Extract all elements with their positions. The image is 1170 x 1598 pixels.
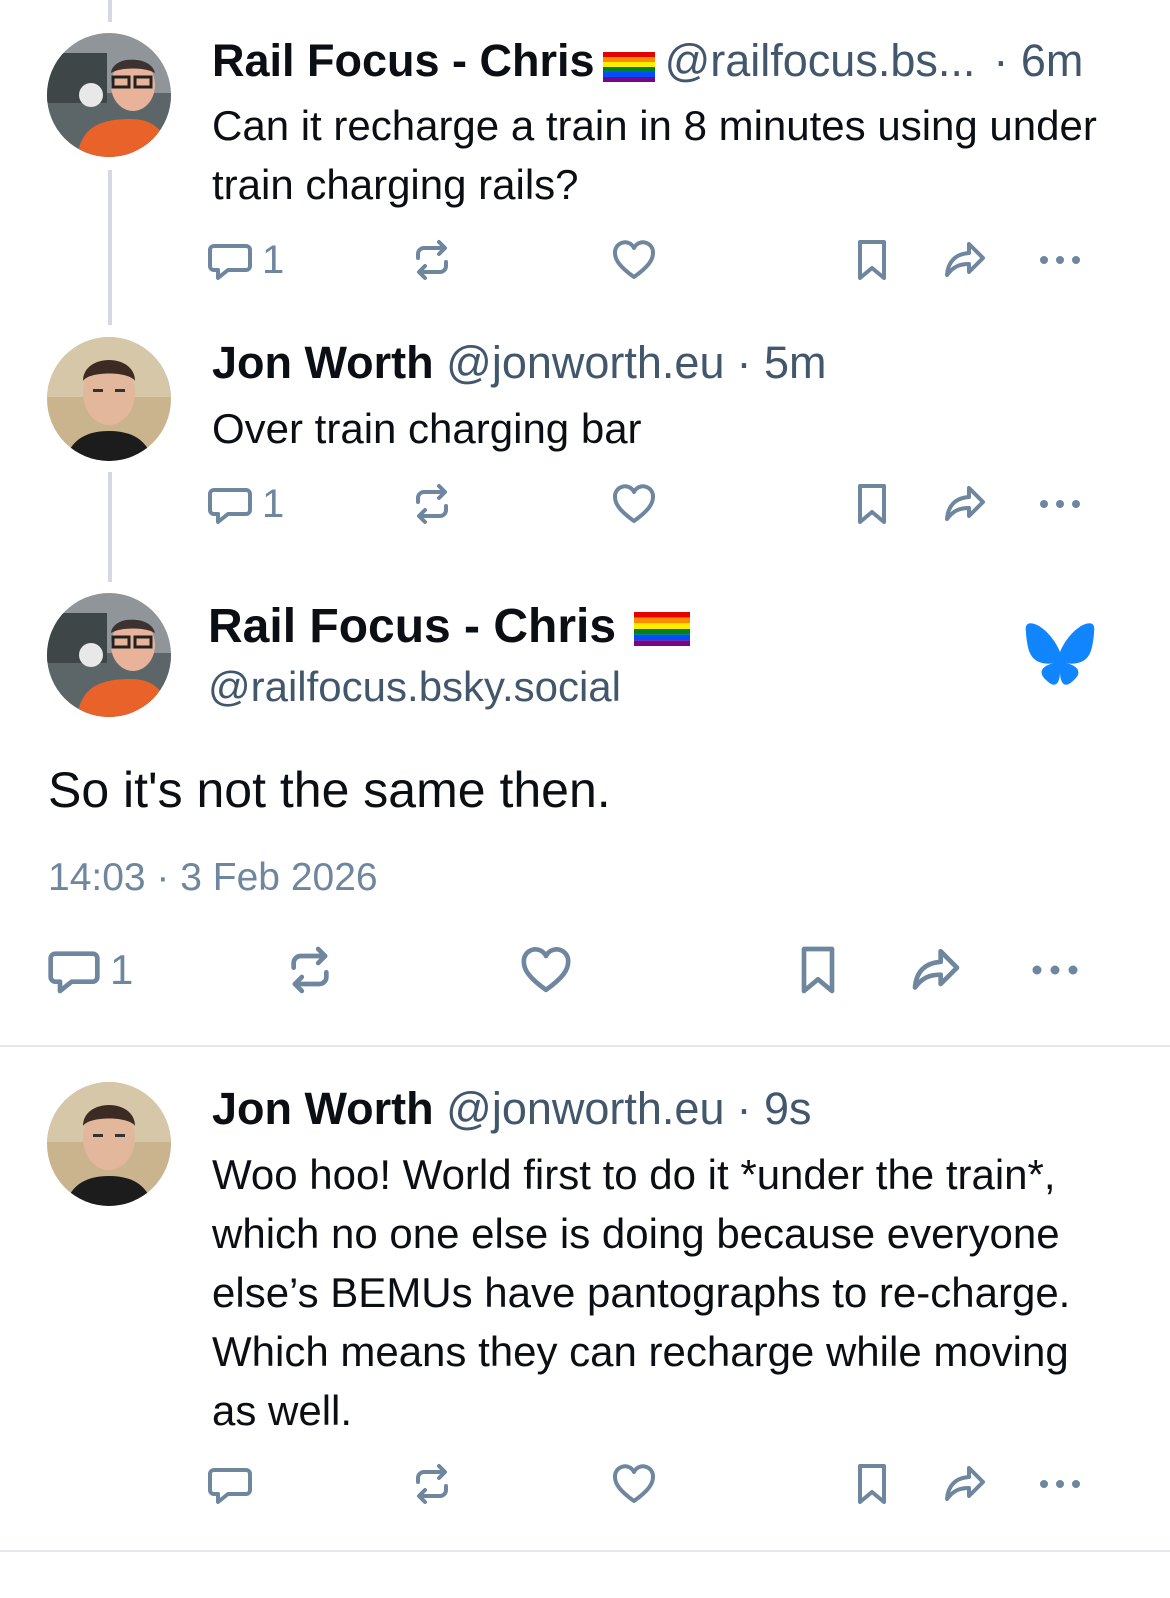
like-icon	[518, 942, 574, 998]
bookmark-button[interactable]	[848, 480, 896, 528]
reply-count: 1	[262, 481, 285, 526]
bookmark-button[interactable]	[848, 1460, 896, 1508]
author-name[interactable]: Jon Worth	[212, 1083, 434, 1134]
like-icon	[610, 480, 658, 528]
post-text: Over train charging bar	[212, 405, 642, 452]
repost-button[interactable]	[408, 480, 456, 528]
author-handle[interactable]: @jonworth.eu	[446, 1083, 724, 1134]
author-handle[interactable]: @jonworth.eu	[446, 337, 724, 388]
author-handle[interactable]: @railfocus.bsky.social	[208, 666, 621, 708]
more-icon	[1036, 1460, 1084, 1508]
post-actions: 1	[0, 476, 1170, 536]
like-icon	[610, 236, 658, 284]
share-button[interactable]	[940, 236, 990, 284]
post-age: · 9s	[736, 1083, 812, 1134]
more-icon	[1036, 480, 1084, 528]
avatar[interactable]	[47, 1082, 171, 1206]
avatar[interactable]	[47, 33, 171, 157]
author-handle[interactable]: @railfocus.bs...	[665, 35, 976, 86]
post-actions	[0, 1456, 1170, 1516]
thread-line	[108, 0, 112, 22]
more-icon	[1028, 942, 1082, 998]
share-icon	[940, 1460, 990, 1508]
share-icon	[940, 236, 990, 284]
share-button[interactable]	[906, 942, 966, 998]
reply-count: 1	[110, 946, 134, 993]
reply-icon	[206, 480, 254, 528]
share-button[interactable]	[940, 480, 990, 528]
author-name[interactable]: Jon Worth	[212, 337, 434, 388]
share-icon	[906, 942, 966, 998]
reply-button[interactable]: 1	[206, 236, 284, 284]
post-text: So it's not the same then.	[48, 762, 611, 818]
share-icon	[940, 480, 990, 528]
post-actions: 1	[0, 232, 1170, 292]
avatar[interactable]	[47, 593, 171, 717]
post-text: Woo hoo! World first to do it *under the…	[212, 1151, 1071, 1434]
like-icon	[610, 1460, 658, 1508]
reply-button[interactable]	[206, 1460, 254, 1508]
like-button[interactable]	[610, 236, 658, 284]
bookmark-icon	[790, 942, 846, 998]
author-name[interactable]: Rail Focus - Chris	[212, 35, 595, 86]
author-name[interactable]: Rail Focus - Chris	[208, 600, 616, 653]
like-button[interactable]	[518, 942, 574, 998]
bookmark-icon	[848, 480, 896, 528]
share-button[interactable]	[940, 1460, 990, 1508]
reply-count: 1	[262, 237, 285, 282]
like-button[interactable]	[610, 1460, 658, 1508]
divider	[0, 1550, 1170, 1552]
more-button[interactable]	[1028, 942, 1082, 998]
reply-icon	[206, 1460, 254, 1508]
repost-icon	[408, 1460, 456, 1508]
like-button[interactable]	[610, 480, 658, 528]
post-text: Can it recharge a train in 8 minutes usi…	[212, 102, 1097, 208]
more-button[interactable]	[1036, 1460, 1084, 1508]
more-button[interactable]	[1036, 236, 1084, 284]
repost-button[interactable]	[282, 942, 338, 998]
bookmark-icon	[848, 236, 896, 284]
more-icon	[1036, 236, 1084, 284]
bookmark-button[interactable]	[790, 942, 846, 998]
rainbow-flag-icon	[634, 607, 690, 641]
reply-button[interactable]: 1	[206, 480, 284, 528]
post-timestamp[interactable]: 14:03 · 3 Feb 2026	[48, 858, 378, 897]
repost-button[interactable]	[408, 1460, 456, 1508]
post-actions: 1	[0, 938, 1170, 998]
reply-button[interactable]: 1	[46, 942, 133, 998]
more-button[interactable]	[1036, 480, 1084, 528]
avatar[interactable]	[47, 337, 171, 461]
post-age: · 6m	[993, 35, 1084, 86]
rainbow-flag-icon	[603, 44, 655, 74]
bookmark-button[interactable]	[848, 236, 896, 284]
divider	[0, 1045, 1170, 1047]
reply-icon	[46, 942, 102, 998]
post-age: · 5m	[736, 337, 827, 388]
reply-icon	[206, 236, 254, 284]
repost-icon	[408, 236, 456, 284]
bluesky-butterfly-icon[interactable]	[1024, 622, 1096, 693]
bookmark-icon	[848, 1460, 896, 1508]
repost-icon	[408, 480, 456, 528]
repost-button[interactable]	[408, 236, 456, 284]
repost-icon	[282, 942, 338, 998]
